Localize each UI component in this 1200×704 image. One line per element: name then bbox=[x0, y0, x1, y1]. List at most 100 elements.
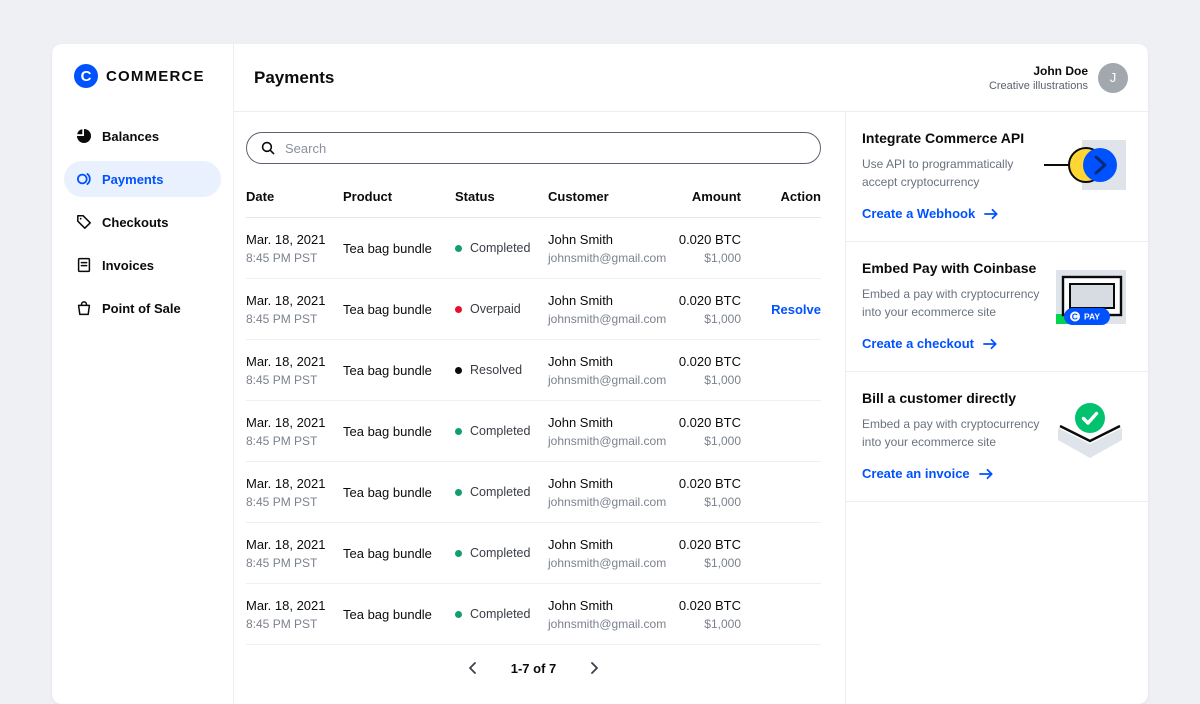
product-cell: Tea bag bundle bbox=[343, 302, 455, 317]
table-row: Mar. 18, 2021 8:45 PM PST Tea bag bundle… bbox=[246, 401, 821, 462]
resolve-link[interactable]: Resolve bbox=[771, 302, 821, 317]
sidebar-item-balances[interactable]: Balances bbox=[64, 118, 221, 154]
status-dot bbox=[455, 489, 462, 496]
product-cell: Tea bag bundle bbox=[343, 485, 455, 500]
status-cell: Completed bbox=[455, 546, 548, 560]
date-value: Mar. 18, 2021 bbox=[246, 598, 343, 613]
date-cell: Mar. 18, 2021 8:45 PM PST bbox=[246, 537, 343, 570]
status-dot bbox=[455, 611, 462, 618]
amount-cell: 0.020 BTC $1,000 bbox=[651, 537, 741, 570]
amount-cell: 0.020 BTC $1,000 bbox=[651, 598, 741, 631]
promo-card-pay: Embed Pay with Coinbase Embed a pay with… bbox=[846, 242, 1148, 372]
create-webhook-link[interactable]: Create a Webhook bbox=[862, 206, 1132, 221]
invoice-icon bbox=[76, 257, 92, 273]
table-body: Mar. 18, 2021 8:45 PM PST Tea bag bundle… bbox=[246, 218, 821, 645]
status-label: Resolved bbox=[470, 363, 522, 377]
customer-cell: John Smith johnsmith@gmail.com bbox=[548, 232, 651, 265]
amount-cell: 0.020 BTC $1,000 bbox=[651, 354, 741, 387]
customer-cell: John Smith johnsmith@gmail.com bbox=[548, 293, 651, 326]
customer-cell: John Smith johnsmith@gmail.com bbox=[548, 415, 651, 448]
amount-cell: 0.020 BTC $1,000 bbox=[651, 476, 741, 509]
amount-btc: 0.020 BTC bbox=[651, 476, 741, 491]
arrow-right-icon bbox=[979, 468, 994, 480]
amount-cell: 0.020 BTC $1,000 bbox=[651, 415, 741, 448]
svg-text:C: C bbox=[1072, 312, 1078, 322]
main-column: Payments John Doe Creative illustrations… bbox=[234, 44, 1148, 704]
create-checkout-link[interactable]: Create a checkout bbox=[862, 336, 1132, 351]
customer-name: John Smith bbox=[548, 537, 651, 552]
sidebar-item-point-of-sale[interactable]: Point of Sale bbox=[64, 290, 221, 326]
sidebar-item-label: Point of Sale bbox=[102, 301, 181, 316]
customer-name: John Smith bbox=[548, 293, 651, 308]
next-page-button[interactable] bbox=[590, 662, 599, 674]
column-header-status: Status bbox=[455, 189, 548, 204]
sidebar-nav: Balances Payments Checkouts bbox=[52, 118, 233, 326]
amount-cell: 0.020 BTC $1,000 bbox=[651, 232, 741, 265]
pagination: 1-7 of 7 bbox=[246, 645, 821, 691]
brand-name: COMMERCE bbox=[106, 68, 205, 85]
sidebar-item-label: Payments bbox=[102, 172, 163, 187]
table-row: Mar. 18, 2021 8:45 PM PST Tea bag bundle… bbox=[246, 218, 821, 279]
customer-email: johnsmith@gmail.com bbox=[548, 251, 651, 265]
promo-link-label: Create a Webhook bbox=[862, 206, 975, 221]
table-row: Mar. 18, 2021 8:45 PM PST Tea bag bundle… bbox=[246, 279, 821, 340]
brand-logo[interactable]: C COMMERCE bbox=[52, 64, 233, 88]
time-value: 8:45 PM PST bbox=[246, 556, 343, 570]
customer-name: John Smith bbox=[548, 232, 651, 247]
invoice-illustration bbox=[1052, 398, 1128, 469]
promo-panel: Integrate Commerce API Use API to progra… bbox=[845, 112, 1148, 704]
sidebar-item-invoices[interactable]: Invoices bbox=[64, 247, 221, 283]
status-dot bbox=[455, 550, 462, 557]
status-label: Completed bbox=[470, 546, 530, 560]
customer-email: johnsmith@gmail.com bbox=[548, 495, 651, 509]
status-cell: Completed bbox=[455, 607, 548, 621]
time-value: 8:45 PM PST bbox=[246, 312, 343, 326]
user-text: John Doe Creative illustrations bbox=[989, 64, 1088, 92]
table-row: Mar. 18, 2021 8:45 PM PST Tea bag bundle… bbox=[246, 462, 821, 523]
status-label: Completed bbox=[470, 485, 530, 499]
table-row: Mar. 18, 2021 8:45 PM PST Tea bag bundle… bbox=[246, 584, 821, 645]
column-header-product: Product bbox=[343, 189, 455, 204]
amount-usd: $1,000 bbox=[651, 434, 741, 448]
point-of-sale-icon bbox=[76, 300, 92, 316]
customer-name: John Smith bbox=[548, 415, 651, 430]
amount-btc: 0.020 BTC bbox=[651, 415, 741, 430]
user-name: John Doe bbox=[989, 64, 1088, 78]
time-value: 8:45 PM PST bbox=[246, 373, 343, 387]
pie-chart-icon bbox=[76, 128, 92, 144]
date-value: Mar. 18, 2021 bbox=[246, 537, 343, 552]
promo-description: Embed a pay with cryptocurrency into you… bbox=[862, 415, 1042, 451]
user-menu[interactable]: John Doe Creative illustrations J bbox=[989, 63, 1128, 93]
amount-cell: 0.020 BTC $1,000 bbox=[651, 293, 741, 326]
sidebar-item-payments[interactable]: Payments bbox=[64, 161, 221, 197]
customer-name: John Smith bbox=[548, 476, 651, 491]
date-value: Mar. 18, 2021 bbox=[246, 476, 343, 491]
table-header-row: Date Product Status Customer Amount Acti… bbox=[246, 176, 821, 218]
prev-page-button[interactable] bbox=[468, 662, 477, 674]
amount-btc: 0.020 BTC bbox=[651, 537, 741, 552]
pagination-label: 1-7 of 7 bbox=[511, 661, 557, 676]
search-input[interactable] bbox=[246, 132, 821, 164]
avatar[interactable]: J bbox=[1098, 63, 1128, 93]
customer-cell: John Smith johnsmith@gmail.com bbox=[548, 476, 651, 509]
coinbase-logo-icon: C bbox=[74, 64, 98, 88]
page-header: Payments John Doe Creative illustrations… bbox=[234, 44, 1148, 112]
time-value: 8:45 PM PST bbox=[246, 495, 343, 509]
status-dot bbox=[455, 306, 462, 313]
product-cell: Tea bag bundle bbox=[343, 363, 455, 378]
status-cell: Overpaid bbox=[455, 302, 548, 316]
amount-btc: 0.020 BTC bbox=[651, 293, 741, 308]
promo-card-api: Integrate Commerce API Use API to progra… bbox=[846, 112, 1148, 242]
product-cell: Tea bag bundle bbox=[343, 607, 455, 622]
sidebar-item-label: Balances bbox=[102, 129, 159, 144]
date-cell: Mar. 18, 2021 8:45 PM PST bbox=[246, 354, 343, 387]
time-value: 8:45 PM PST bbox=[246, 251, 343, 265]
sidebar-item-checkouts[interactable]: Checkouts bbox=[64, 204, 221, 240]
date-value: Mar. 18, 2021 bbox=[246, 232, 343, 247]
product-cell: Tea bag bundle bbox=[343, 546, 455, 561]
status-cell: Completed bbox=[455, 485, 548, 499]
amount-usd: $1,000 bbox=[651, 373, 741, 387]
app-window: C COMMERCE Balances Payments bbox=[52, 44, 1148, 704]
customer-cell: John Smith johnsmith@gmail.com bbox=[548, 354, 651, 387]
api-illustration bbox=[1042, 138, 1128, 201]
